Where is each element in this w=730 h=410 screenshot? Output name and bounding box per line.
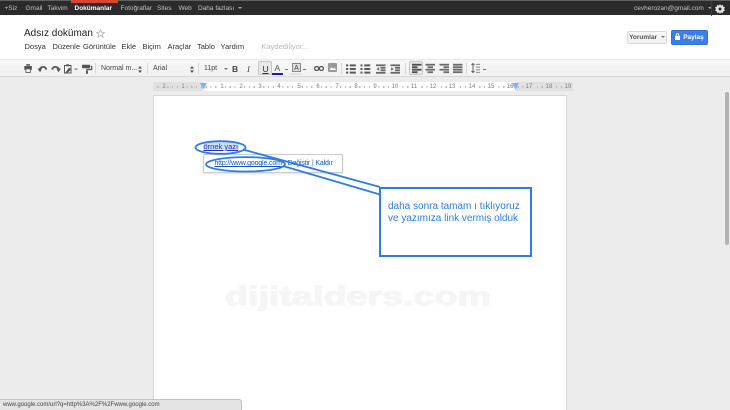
svg-text:A: A <box>294 65 299 72</box>
